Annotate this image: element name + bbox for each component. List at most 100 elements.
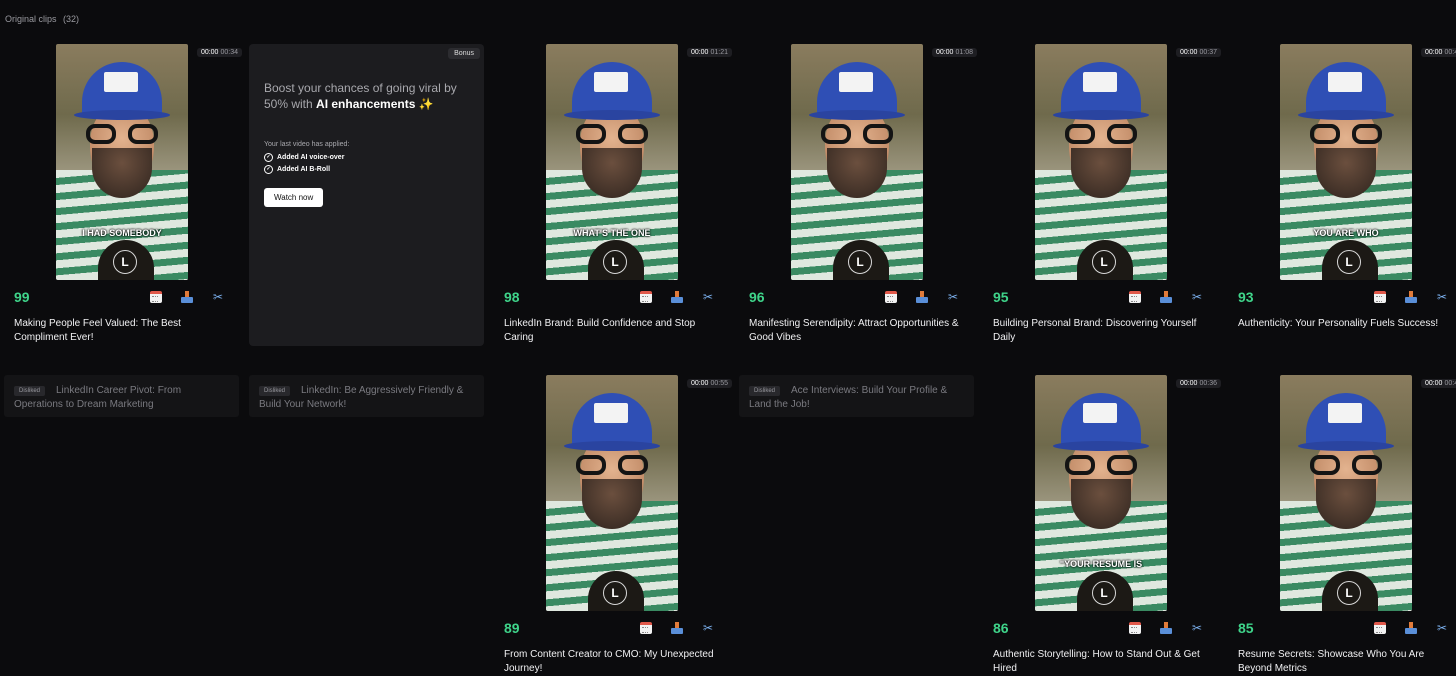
tools-icon[interactable]: ✂ xyxy=(702,291,714,303)
video-frame: L xyxy=(1035,44,1167,280)
time-current: 00:00 xyxy=(690,380,709,387)
tools-icon[interactable]: ✂ xyxy=(1436,291,1448,303)
bonus-item: ✓ Added AI B-Roll xyxy=(264,165,330,174)
video-caption: "YOUR RESUME IS xyxy=(1059,559,1143,569)
virality-score: 93 xyxy=(1238,289,1254,305)
upload-icon[interactable] xyxy=(1160,622,1172,634)
calendar-icon[interactable] xyxy=(1374,622,1386,634)
time-current: 00:00 xyxy=(690,49,709,56)
bonus-badge: Bonus xyxy=(448,48,480,59)
calendar-icon[interactable] xyxy=(640,291,652,303)
upload-icon[interactable] xyxy=(181,291,193,303)
disliked-card[interactable]: Disliked Ace Interviews: Build Your Prof… xyxy=(739,375,974,417)
clip-thumbnail[interactable]: L I HAD SOMEBODY 00:00 00:34 xyxy=(4,44,242,280)
time-total: 01:08 xyxy=(955,49,973,56)
duration-badge: 00:0000:41 xyxy=(1420,379,1456,388)
virality-score: 96 xyxy=(749,289,765,305)
podcast-logo-icon: L xyxy=(1092,250,1116,274)
clip-title: Manifesting Serendipity: Attract Opportu… xyxy=(749,318,959,343)
tools-icon[interactable]: ✂ xyxy=(947,291,959,303)
clip-card[interactable]: L 00:00 01:08 96 ✂ Manifesting Serendipity: A… xyxy=(739,44,977,345)
clip-thumbnail[interactable]: L 00:00 00:55 xyxy=(494,375,732,611)
clip-title: Authenticity: Your Personality Fuels Suc… xyxy=(1238,318,1439,329)
video-frame: L WHAT'S THE ONE xyxy=(546,44,678,280)
clip-card[interactable]: L YOU ARE WHO 00:0000:41 93 ✂ Authenticity: Y… xyxy=(1228,44,1456,331)
tools-icon[interactable]: ✂ xyxy=(1191,622,1203,634)
clip-meta: 99 ✂ xyxy=(4,287,239,309)
bonus-item-label: Added AI voice-over xyxy=(277,154,345,161)
video-frame: L xyxy=(1280,375,1412,611)
clip-thumbnail[interactable]: L "YOUR RESUME IS 00:00 00:36 xyxy=(983,375,1221,611)
clip-thumbnail[interactable]: L WHAT'S THE ONE 00:00 01:21 xyxy=(494,44,732,280)
video-frame: L I HAD SOMEBODY xyxy=(56,44,188,280)
disliked-title: LinkedIn: Be Aggressively Friendly & Bui… xyxy=(259,385,464,410)
upload-icon[interactable] xyxy=(1405,291,1417,303)
calendar-icon[interactable] xyxy=(640,622,652,634)
clip-meta: 86 ✂ xyxy=(983,618,1218,640)
clip-card[interactable]: L 00:0000:41 85 ✂ Resume Secrets: Showcase W… xyxy=(1228,375,1456,676)
clip-actions: ✂ xyxy=(640,291,714,303)
time-total: 00:55 xyxy=(710,380,728,387)
calendar-icon[interactable] xyxy=(885,291,897,303)
clip-actions: ✂ xyxy=(885,291,959,303)
time-total: 00:37 xyxy=(1199,49,1217,56)
clip-actions: ✂ xyxy=(640,622,714,634)
time-current: 00:00 xyxy=(1424,380,1443,387)
clip-thumbnail[interactable]: L 00:00 00:37 xyxy=(983,44,1221,280)
bonus-headline-bold: AI enhancements ✨ xyxy=(316,97,434,111)
video-caption: YOU ARE WHO xyxy=(1313,228,1379,238)
clip-card[interactable]: L 00:00 00:37 95 ✂ Building Personal Brand: D… xyxy=(983,44,1221,345)
clip-thumbnail[interactable]: L YOU ARE WHO 00:0000:41 xyxy=(1228,44,1456,280)
tools-icon[interactable]: ✂ xyxy=(212,291,224,303)
podcast-logo-icon: L xyxy=(1337,250,1361,274)
clip-actions: ✂ xyxy=(1374,291,1448,303)
virality-score: 98 xyxy=(504,289,520,305)
upload-icon[interactable] xyxy=(1405,622,1417,634)
upload-icon[interactable] xyxy=(916,291,928,303)
clips-header-title: Original clips xyxy=(5,14,57,24)
disliked-card[interactable]: Disliked LinkedIn Career Pivot: From Ope… xyxy=(4,375,239,417)
clip-thumbnail[interactable]: L 00:0000:41 xyxy=(1228,375,1456,611)
calendar-icon[interactable] xyxy=(1129,291,1141,303)
video-frame: L YOU ARE WHO xyxy=(1280,44,1412,280)
upload-icon[interactable] xyxy=(671,622,683,634)
bonus-item-label: Added AI B-Roll xyxy=(277,166,331,173)
time-total: 00:34 xyxy=(220,49,238,56)
duration-badge: 00:00 00:55 xyxy=(686,379,732,388)
disliked-card[interactable]: Disliked LinkedIn: Be Aggressively Frien… xyxy=(249,375,484,417)
tools-icon[interactable]: ✂ xyxy=(1191,291,1203,303)
check-circle-icon: ✓ xyxy=(264,153,273,162)
clip-title: Building Personal Brand: Discovering You… xyxy=(993,318,1197,343)
clip-thumbnail[interactable]: L 00:00 01:08 xyxy=(739,44,977,280)
bonus-subtitle: Your last video has applied: xyxy=(264,141,350,148)
podcast-logo-icon: L xyxy=(1092,581,1116,605)
podcast-logo-icon: L xyxy=(603,250,627,274)
tools-icon[interactable]: ✂ xyxy=(1436,622,1448,634)
tools-icon[interactable]: ✂ xyxy=(702,622,714,634)
bonus-item: ✓ Added AI voice-over xyxy=(264,153,344,162)
time-current: 00:00 xyxy=(1179,49,1198,56)
video-frame: L "YOUR RESUME IS xyxy=(1035,375,1167,611)
virality-score: 95 xyxy=(993,289,1009,305)
calendar-icon[interactable] xyxy=(1129,622,1141,634)
clip-card[interactable]: L WHAT'S THE ONE 00:00 01:21 98 ✂ LinkedIn Bra… xyxy=(494,44,732,345)
duration-badge: 00:0000:41 xyxy=(1420,48,1456,57)
upload-icon[interactable] xyxy=(1160,291,1172,303)
clip-card[interactable]: L 00:00 00:55 89 ✂ From Content Creator to CM… xyxy=(494,375,732,676)
clip-card[interactable]: L I HAD SOMEBODY 00:00 00:34 99 ✂ Making Peopl… xyxy=(4,44,242,345)
clips-header: Original clips (32) xyxy=(5,14,79,24)
time-current: 00:00 xyxy=(1179,380,1198,387)
duration-badge: 00:00 00:36 xyxy=(1175,379,1221,388)
disliked-title: Ace Interviews: Build Your Profile & Lan… xyxy=(749,385,948,410)
calendar-icon[interactable] xyxy=(150,291,162,303)
time-total: 01:21 xyxy=(710,49,728,56)
clip-actions: ✂ xyxy=(150,291,224,303)
podcast-logo-icon: L xyxy=(848,250,872,274)
clips-count: (32) xyxy=(63,14,80,24)
upload-icon[interactable] xyxy=(671,291,683,303)
clip-actions: ✂ xyxy=(1129,291,1203,303)
calendar-icon[interactable] xyxy=(1374,291,1386,303)
clip-title: Resume Secrets: Showcase Who You Are Bey… xyxy=(1238,649,1425,674)
watch-now-button[interactable]: Watch now xyxy=(264,188,324,207)
clip-card[interactable]: L "YOUR RESUME IS 00:00 00:36 86 ✂ Authentic S… xyxy=(983,375,1221,676)
